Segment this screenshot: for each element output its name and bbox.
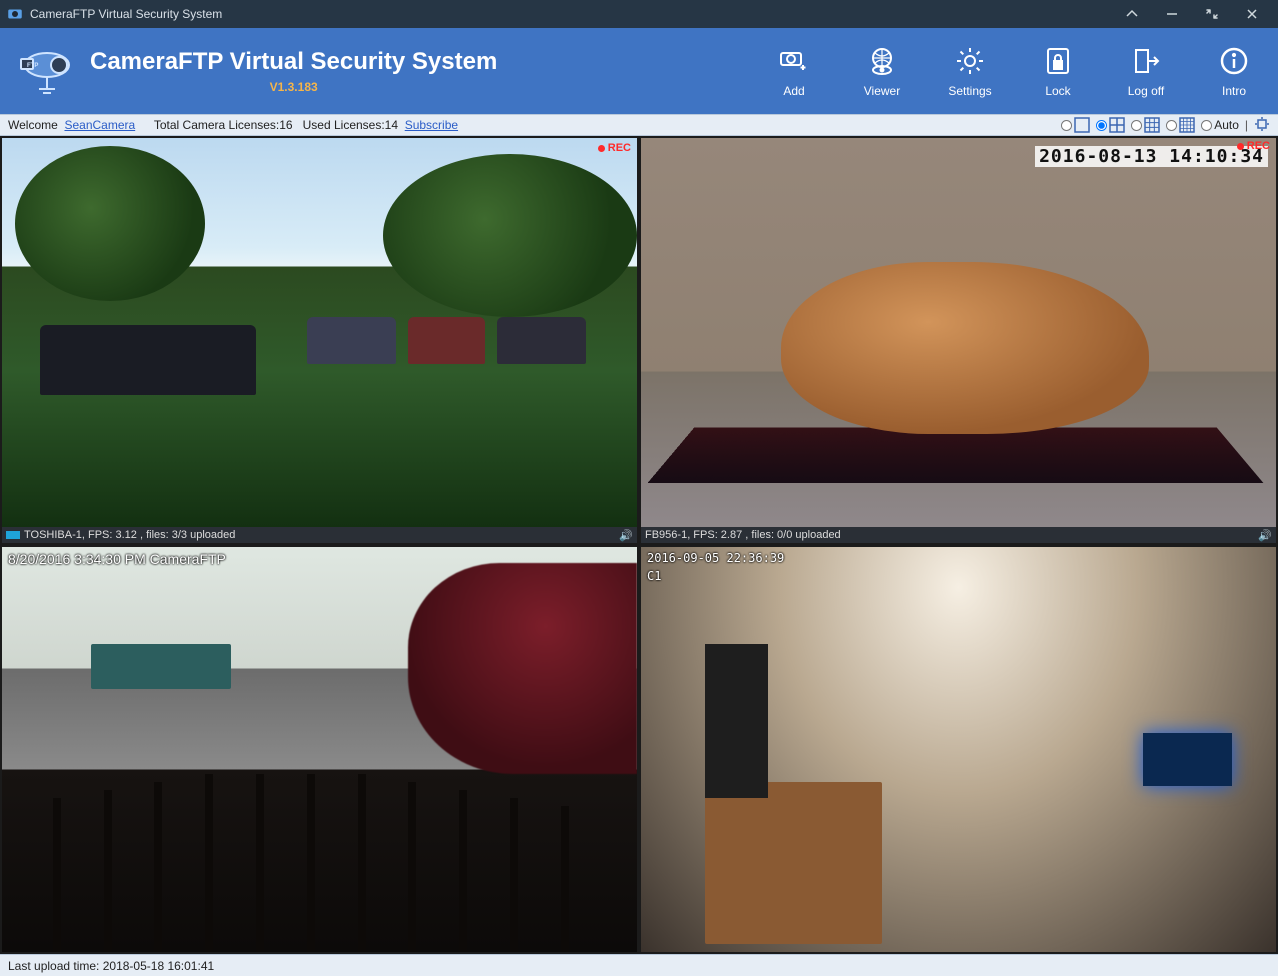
camera-feed-2: 2016-08-13 14:10:34 REC bbox=[641, 138, 1276, 527]
last-upload-label: Last upload time: bbox=[8, 959, 99, 973]
statusbar: Last upload time: 2018-05-18 16:01:41 bbox=[0, 954, 1278, 976]
app-version: V1.3.183 bbox=[270, 80, 318, 94]
camera-feed-1: REC bbox=[2, 138, 637, 527]
layout-1x1-option[interactable] bbox=[1061, 117, 1090, 133]
lock-button[interactable]: Lock bbox=[1026, 44, 1090, 98]
camera-pane-4[interactable]: 2016-09-05 22:36:39 C1 bbox=[641, 547, 1276, 952]
last-upload-value: 2018-05-18 16:01:41 bbox=[103, 959, 214, 973]
camera-timestamp-overlay: 8/20/2016 3:34:30 PM CameraFTP bbox=[8, 551, 226, 567]
logoff-button[interactable]: Log off bbox=[1114, 44, 1178, 98]
app-icon bbox=[6, 5, 24, 23]
audio-icon[interactable]: 🔊 bbox=[1258, 529, 1272, 542]
rec-text: REC bbox=[608, 142, 631, 154]
layout-1x1-radio[interactable] bbox=[1061, 120, 1072, 131]
used-licenses-value: 14 bbox=[385, 118, 398, 132]
toolbar: Add Viewer Settings Lock bbox=[762, 44, 1266, 98]
rec-text: REC bbox=[1247, 140, 1270, 152]
camera-id-overlay: C1 bbox=[647, 569, 661, 583]
logoff-icon bbox=[1129, 44, 1163, 78]
maximize-button[interactable] bbox=[1192, 0, 1232, 28]
header: FTP CameraFTP Virtual Security System V1… bbox=[0, 28, 1278, 114]
layout-2x2-option[interactable] bbox=[1096, 117, 1125, 133]
divider: | bbox=[1245, 118, 1248, 132]
total-licenses-label: Total Camera Licenses: bbox=[154, 118, 279, 132]
app-title-block: CameraFTP Virtual Security System V1.3.1… bbox=[90, 48, 497, 94]
add-label: Add bbox=[783, 84, 804, 98]
username-link[interactable]: SeanCamera bbox=[64, 118, 135, 132]
signal-bar-icon bbox=[6, 531, 20, 539]
grid-9-icon bbox=[1144, 117, 1160, 133]
welcome-label: Welcome bbox=[8, 118, 58, 132]
close-button[interactable] bbox=[1232, 0, 1272, 28]
camera-pane-2[interactable]: 2016-08-13 14:10:34 REC FB956-1, FPS: 2.… bbox=[641, 138, 1276, 543]
lock-label: Lock bbox=[1045, 84, 1070, 98]
grid-16-icon bbox=[1179, 117, 1195, 133]
app-logo: FTP bbox=[10, 34, 84, 108]
fullscreen-button[interactable] bbox=[1254, 116, 1270, 135]
layout-3x3-radio[interactable] bbox=[1131, 120, 1142, 131]
camera-pane-1[interactable]: REC TOSHIBA-1, FPS: 3.12 , files: 3/3 up… bbox=[2, 138, 637, 543]
camera-pane-3[interactable]: 8/20/2016 3:34:30 PM CameraFTP bbox=[2, 547, 637, 952]
settings-label: Settings bbox=[948, 84, 991, 98]
infobar: Welcome SeanCamera Total Camera Licenses… bbox=[0, 114, 1278, 136]
rec-badge: REC bbox=[598, 142, 631, 154]
gear-icon bbox=[953, 44, 987, 78]
chevron-up-button[interactable] bbox=[1112, 0, 1152, 28]
intro-label: Intro bbox=[1222, 84, 1246, 98]
settings-button[interactable]: Settings bbox=[938, 44, 1002, 98]
camera-status-2: FB956-1, FPS: 2.87 , files: 0/0 uploaded… bbox=[641, 527, 1276, 543]
lock-icon bbox=[1041, 44, 1075, 78]
layout-auto-option[interactable]: Auto bbox=[1201, 118, 1239, 132]
camera-feed-4: 2016-09-05 22:36:39 C1 bbox=[641, 547, 1276, 952]
minimize-button[interactable] bbox=[1152, 0, 1192, 28]
camera-status-text: TOSHIBA-1, FPS: 3.12 , files: 3/3 upload… bbox=[24, 529, 235, 541]
camera-grid-wrapper: REC TOSHIBA-1, FPS: 3.12 , files: 3/3 up… bbox=[0, 136, 1278, 954]
window-title: CameraFTP Virtual Security System bbox=[30, 7, 1112, 21]
layout-4x4-radio[interactable] bbox=[1166, 120, 1177, 131]
viewer-label: Viewer bbox=[864, 84, 900, 98]
camera-timestamp-overlay: 2016-08-13 14:10:34 bbox=[1035, 146, 1268, 167]
camera-timestamp-overlay: 2016-09-05 22:36:39 bbox=[647, 551, 784, 565]
auto-label: Auto bbox=[1214, 118, 1239, 132]
subscribe-link[interactable]: Subscribe bbox=[405, 118, 458, 132]
grid-4-icon bbox=[1109, 117, 1125, 133]
camera-feed-3: 8/20/2016 3:34:30 PM CameraFTP bbox=[2, 547, 637, 952]
grid-1-icon bbox=[1074, 117, 1090, 133]
audio-icon[interactable]: 🔊 bbox=[619, 529, 633, 542]
camera-status-1: TOSHIBA-1, FPS: 3.12 , files: 3/3 upload… bbox=[2, 527, 637, 543]
viewer-button[interactable]: Viewer bbox=[850, 44, 914, 98]
app-title: CameraFTP Virtual Security System bbox=[90, 48, 497, 76]
globe-eye-icon bbox=[865, 44, 899, 78]
intro-button[interactable]: Intro bbox=[1202, 44, 1266, 98]
layout-auto-radio[interactable] bbox=[1201, 120, 1212, 131]
add-camera-icon bbox=[777, 44, 811, 78]
total-licenses-value: 16 bbox=[279, 118, 292, 132]
camera-grid: REC TOSHIBA-1, FPS: 3.12 , files: 3/3 up… bbox=[2, 138, 1276, 952]
layout-options: Auto | bbox=[1061, 116, 1270, 135]
svg-text:FTP: FTP bbox=[27, 63, 38, 69]
layout-3x3-option[interactable] bbox=[1131, 117, 1160, 133]
layout-2x2-radio[interactable] bbox=[1096, 120, 1107, 131]
camera-status-text: FB956-1, FPS: 2.87 , files: 0/0 uploaded bbox=[645, 529, 841, 541]
used-licenses-label: Used Licenses: bbox=[303, 118, 385, 132]
rec-badge: REC bbox=[1237, 140, 1270, 152]
app-window: CameraFTP Virtual Security System FTP Ca… bbox=[0, 0, 1278, 976]
add-button[interactable]: Add bbox=[762, 44, 826, 98]
logoff-label: Log off bbox=[1128, 84, 1164, 98]
layout-4x4-option[interactable] bbox=[1166, 117, 1195, 133]
info-icon bbox=[1217, 44, 1251, 78]
titlebar: CameraFTP Virtual Security System bbox=[0, 0, 1278, 28]
